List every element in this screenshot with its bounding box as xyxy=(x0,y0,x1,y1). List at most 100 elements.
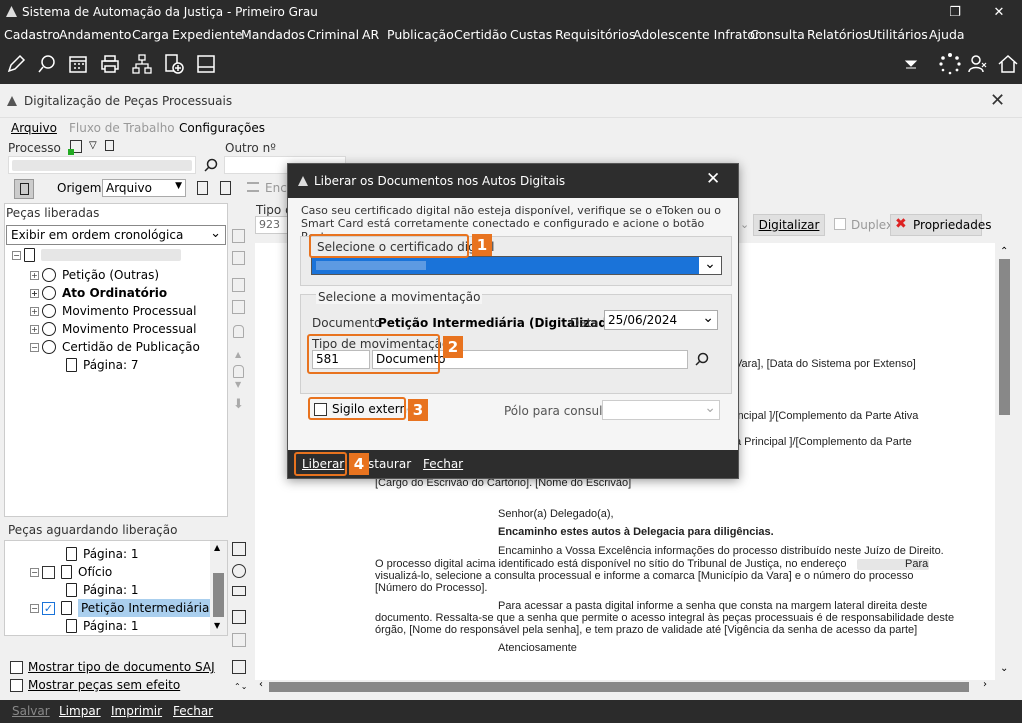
fechar-dialog-button[interactable]: Fechar xyxy=(423,457,463,471)
menu-carga[interactable]: Carga xyxy=(132,27,169,42)
dropdown-arrow-icon[interactable]: ⌄ xyxy=(740,218,749,231)
loading-icon[interactable] xyxy=(938,52,962,76)
hierarchy-icon[interactable] xyxy=(130,52,154,76)
pin-icon[interactable] xyxy=(105,140,114,151)
scroll-down-icon[interactable]: ⌄ xyxy=(1000,663,1008,674)
restore-button[interactable]: ❐ xyxy=(932,0,978,24)
page-icon[interactable] xyxy=(220,181,231,195)
menu-requisitorios[interactable]: Requisitórios xyxy=(555,27,635,42)
tipo-input[interactable]: 923 xyxy=(255,216,289,234)
menu-ajuda[interactable]: Ajuda xyxy=(929,27,965,42)
submenu-arquivo[interactable]: Arquivo xyxy=(11,121,57,135)
new-process-icon[interactable] xyxy=(68,140,82,155)
fechar-button[interactable]: Fechar xyxy=(173,704,213,718)
menu-expediente[interactable]: Expediente xyxy=(172,27,243,42)
restaurar-button[interactable]: staurar xyxy=(368,457,411,471)
tree-item[interactable]: + Petição (Outras) xyxy=(30,266,159,284)
menu-criminal[interactable]: Criminal xyxy=(307,27,359,42)
tool-icon[interactable] xyxy=(232,278,245,292)
tree-item[interactable]: + Movimento Processual xyxy=(30,302,196,320)
tool-icon[interactable] xyxy=(232,542,246,556)
doc-hscrollbar[interactable]: ‹ › xyxy=(255,679,996,694)
checkbox[interactable] xyxy=(10,678,23,692)
dropdown-arrow-icon[interactable] xyxy=(903,56,919,72)
tree-root[interactable]: − xyxy=(12,248,181,262)
submenu-configuracoes[interactable]: Configurações xyxy=(179,121,265,135)
tool-icon[interactable] xyxy=(232,586,246,596)
lock-icon[interactable] xyxy=(233,325,244,338)
menu-cadastro[interactable]: Cadastro xyxy=(4,27,60,42)
new-document-icon[interactable] xyxy=(162,52,186,76)
origem-select[interactable]: Arquivo ▼ xyxy=(102,179,186,197)
menu-ar[interactable]: AR xyxy=(362,27,379,42)
copy-icon[interactable] xyxy=(197,181,208,195)
checked-checkbox[interactable]: ✓ xyxy=(42,601,55,615)
show-type-option[interactable]: Mostrar tipo de documento SAJ xyxy=(10,660,215,674)
calendar-icon[interactable] xyxy=(66,52,90,76)
processo-input[interactable] xyxy=(8,156,196,174)
scroll-thumb[interactable] xyxy=(213,573,224,617)
user-switch-icon[interactable] xyxy=(966,52,990,76)
item-checkbox[interactable] xyxy=(42,565,55,579)
tree-item[interactable]: + Ato Ordinatório xyxy=(30,284,167,302)
menu-consulta[interactable]: Consulta xyxy=(750,27,805,42)
doc-vscrollbar[interactable]: ⌃ ⌄ xyxy=(996,243,1013,680)
menu-adolescente-infrator[interactable]: Adolescente Infrator xyxy=(633,27,760,42)
cert-select[interactable]: ⌄ xyxy=(311,256,722,275)
menu-publicacao[interactable]: Publicação xyxy=(387,27,454,42)
aguardando-scrollbar[interactable]: ▲ ▼ xyxy=(210,541,227,635)
menu-custas[interactable]: Custas xyxy=(510,27,552,42)
salvar-button[interactable]: Salvar xyxy=(12,704,50,718)
search-icon[interactable] xyxy=(694,351,710,367)
search-icon[interactable] xyxy=(203,157,219,173)
up-arrow-icon[interactable]: ▲ xyxy=(235,350,241,359)
tree-page[interactable]: Página: 1 xyxy=(66,617,138,635)
show-no-effect-option[interactable]: Mostrar peças sem efeito xyxy=(10,678,180,692)
move-icon[interactable]: ⌃⌄ xyxy=(234,682,247,691)
imprimir-button[interactable]: Imprimir xyxy=(111,704,162,718)
process-dropdown-icon[interactable]: ▽ xyxy=(89,140,97,151)
tree-item-peticao[interactable]: − ✓ Petição Intermediária xyxy=(30,599,213,617)
close-subwindow-icon[interactable]: ✕ xyxy=(990,90,1005,111)
lock-icon[interactable] xyxy=(233,365,244,378)
polo-select[interactable]: ⌄ xyxy=(602,400,720,420)
tree-page[interactable]: Página: 1 xyxy=(66,581,138,599)
tool-icon[interactable] xyxy=(232,660,246,674)
tool-icon[interactable] xyxy=(232,300,245,314)
search-document-icon[interactable] xyxy=(36,52,60,76)
limpar-button[interactable]: Limpar xyxy=(59,704,101,718)
folder-icon[interactable] xyxy=(194,52,218,76)
tool-icon[interactable] xyxy=(232,633,246,647)
menu-relatorios[interactable]: Relatórios xyxy=(807,27,869,42)
seal-icon[interactable] xyxy=(232,564,246,578)
menu-mandados[interactable]: Mandados xyxy=(241,27,305,42)
doc-view-toggle[interactable] xyxy=(14,179,34,199)
scroll-thumb[interactable] xyxy=(999,259,1010,415)
tree-item[interactable]: + Movimento Processual xyxy=(30,320,196,338)
tree-item[interactable]: − Certidão de Publicação xyxy=(30,338,200,356)
digitalizar-button[interactable]: Digitalizar xyxy=(753,214,825,236)
close-window-button[interactable]: ✕ xyxy=(976,0,1022,24)
tree-page[interactable]: Página: 7 xyxy=(66,356,138,374)
scroll-thumb[interactable] xyxy=(269,682,969,692)
edit-icon[interactable] xyxy=(4,52,28,76)
scroll-down-icon[interactable]: ▼ xyxy=(214,621,220,630)
tool-icon[interactable] xyxy=(232,251,245,265)
close-dialog-icon[interactable]: ✕ xyxy=(706,169,720,189)
date-input[interactable]: 25/06/2024 ⌄ xyxy=(604,310,718,330)
scroll-right-icon[interactable]: › xyxy=(983,679,987,690)
scroll-up-icon[interactable]: ⌃ xyxy=(1000,246,1008,257)
menu-andamento[interactable]: Andamento xyxy=(59,27,131,42)
printer-icon[interactable] xyxy=(98,52,122,76)
down-arrow-icon[interactable]: ▼ xyxy=(235,380,241,389)
tree-page[interactable]: Página: 1 xyxy=(66,545,138,563)
duplex-checkbox[interactable] xyxy=(834,218,846,230)
menu-utilitarios[interactable]: Utilitários xyxy=(868,27,928,42)
scroll-left-icon[interactable]: ‹ xyxy=(259,679,263,690)
order-select[interactable]: Exibir em ordem cronológica ⌄ xyxy=(6,225,226,245)
tree-item-oficio[interactable]: − Ofício xyxy=(30,563,112,581)
propriedades-button[interactable]: ✖ Propriedades xyxy=(890,214,992,236)
menu-certidao[interactable]: Certidão xyxy=(454,27,507,42)
checkbox[interactable] xyxy=(10,660,23,674)
home-icon[interactable] xyxy=(996,52,1020,76)
